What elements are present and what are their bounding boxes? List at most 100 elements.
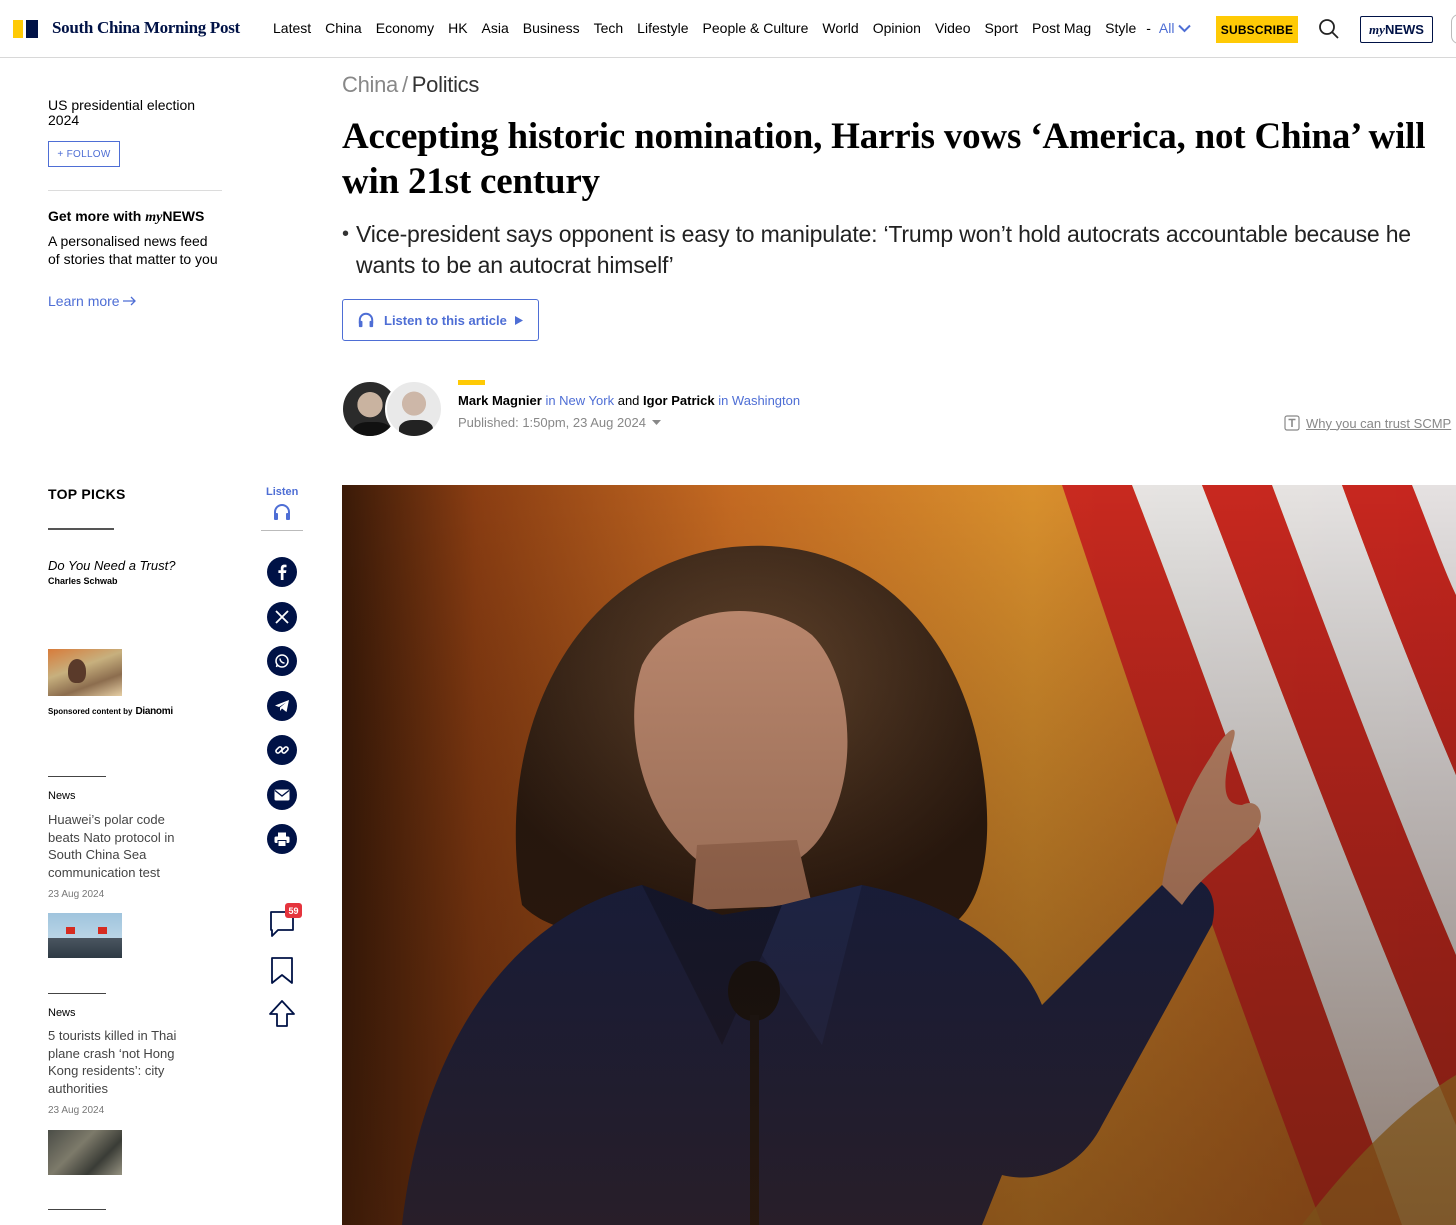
whatsapp-icon[interactable] [267,646,297,676]
mynews-promo-brand-news: NEWS [162,208,205,224]
sidebar-divider [48,190,222,191]
listen-to-article-label: Listen to this article [384,312,507,328]
topic-title: US presidential election 2024 [48,97,196,128]
link-icon[interactable] [267,735,297,765]
sponsored-content-label[interactable]: Sponsored content by Dianomi [48,706,173,717]
mynews-promo-description: A personalised news feed of stories that… [48,233,218,267]
mynews-promo-prefix: Get more with [48,208,146,224]
learn-more-label: Learn more [48,293,120,309]
subscribe-button[interactable]: SUBSCRIBE [1216,16,1298,43]
dianomi-logo: Dianomi [135,706,173,717]
article-headline: Accepting historic nomination, Harris vo… [342,116,1426,202]
x-icon[interactable] [267,602,297,632]
author-name[interactable]: Igor Patrick [643,393,715,408]
nav-item-world[interactable]: World [822,20,858,36]
top-picks-heading: TOP PICKS [48,486,126,502]
rail-divider [261,530,303,531]
trust-badge-icon [1284,415,1300,431]
caret-down-icon [651,419,661,425]
news-category: News [48,1007,76,1019]
top-navigation-bar: South China Morning Post Latest China Ec… [0,0,1456,58]
news-headline-link[interactable]: Huawei’s polar code beats Nato protocol … [48,811,188,881]
nav-item-tech[interactable]: Tech [594,20,624,36]
nav-item-economy[interactable]: Economy [376,20,434,36]
article-summary: • Vice-president says opponent is easy t… [342,219,1432,281]
published-date-toggle[interactable]: Published: 1:50pm, 23 Aug 2024 [458,415,661,430]
article-hero-image[interactable] [342,485,1456,1225]
news-thumbnail-crash[interactable] [48,1130,122,1175]
account-button[interactable] [1451,14,1456,44]
nav-item-video[interactable]: Video [935,20,971,36]
news-thumbnail-submarine[interactable] [48,913,122,958]
nav-item-people-culture[interactable]: People & Culture [703,20,809,36]
breadcrumb-subsection[interactable]: Politics [412,72,480,97]
top-picks-rule [48,528,114,530]
mynews-promo-title: Get more with myNEWS [48,208,204,226]
news-rule [48,1209,106,1210]
nav-item-asia[interactable]: Asia [482,20,509,36]
news-rule [48,776,106,777]
trust-scmp-label: Why you can trust SCMP [1306,415,1452,431]
mynews-button[interactable]: my NEWS [1360,16,1433,43]
sponsored-text: Sponsored content by [48,707,133,716]
comment-count-badge: 59 [285,903,302,918]
bookmark-icon[interactable] [268,955,296,985]
summary-bullet: • [342,223,350,245]
news-category: News [48,790,76,802]
chevron-down-icon [1178,24,1192,32]
author-joiner: and [617,393,640,408]
breadcrumb-separator: / [401,72,408,97]
nav-item-sport[interactable]: Sport [985,20,1018,36]
nav-item-style[interactable]: Style [1105,20,1136,36]
print-icon[interactable] [267,824,297,854]
author-name[interactable]: Mark Magnier [458,393,542,408]
author-location: in Washington [718,393,801,408]
mynews-my-text: my [1369,21,1385,37]
follow-topic-button[interactable]: + FOLLOW [48,141,120,167]
listen-to-article-button[interactable]: Listen to this article [342,299,539,341]
headphones-icon [358,312,374,328]
facebook-icon[interactable] [267,557,297,587]
news-rule [48,993,106,994]
news-date: 23 Aug 2024 [48,889,105,900]
main-nav: Latest China Economy HK Asia Business Te… [273,20,1192,36]
byline: Mark Magnier in New York and Igor Patric… [458,393,800,408]
sponsored-promo-title[interactable]: Do You Need a Trust? [48,558,175,573]
share-arrow-up-icon[interactable] [268,998,296,1028]
sponsored-promo-image[interactable] [48,649,122,696]
mynews-news-text: NEWS [1384,22,1424,37]
author-accent-bar [458,380,485,385]
sponsored-promo-sponsor: Charles Schwab [48,576,118,586]
mynews-promo-brand-my: my [145,210,163,225]
nav-item-business[interactable]: Business [523,20,580,36]
nav-item-post-mag[interactable]: Post Mag [1032,20,1091,36]
telegram-icon[interactable] [267,691,297,721]
learn-more-link[interactable]: Learn more [48,293,137,309]
headphones-icon[interactable] [272,503,292,521]
news-date: 23 Aug 2024 [48,1105,105,1116]
site-logo-text[interactable]: South China Morning Post [52,18,240,38]
trust-scmp-link[interactable]: Why you can trust SCMP [1284,415,1451,431]
hero-photo-illustration [342,485,1456,1225]
rail-listen-label[interactable]: Listen [266,486,298,498]
author-avatar-igor-patrick[interactable] [385,380,443,438]
nav-item-opinion[interactable]: Opinion [873,20,921,36]
nav-all-dropdown[interactable]: All [1159,20,1192,36]
email-icon[interactable] [267,780,297,810]
news-headline-link[interactable]: 5 tourists killed in Thai plane crash ‘n… [48,1027,188,1097]
nav-item-china[interactable]: China [325,20,362,36]
nav-separator: - [1146,20,1151,36]
breadcrumb-section[interactable]: China [342,72,398,97]
play-icon [514,315,523,325]
published-date: Published: 1:50pm, 23 Aug 2024 [458,415,646,430]
scmp-logo-mark[interactable] [13,20,39,38]
nav-item-latest[interactable]: Latest [273,20,311,36]
summary-text: Vice-president says opponent is easy to … [356,221,1411,278]
author-location: in New York [545,393,615,408]
nav-item-lifestyle[interactable]: Lifestyle [637,20,688,36]
search-icon[interactable] [1317,17,1341,41]
arrow-right-icon [122,296,136,306]
nav-item-hk[interactable]: HK [448,20,467,36]
nav-all-label: All [1158,20,1175,36]
breadcrumb: China / Politics [342,72,479,98]
